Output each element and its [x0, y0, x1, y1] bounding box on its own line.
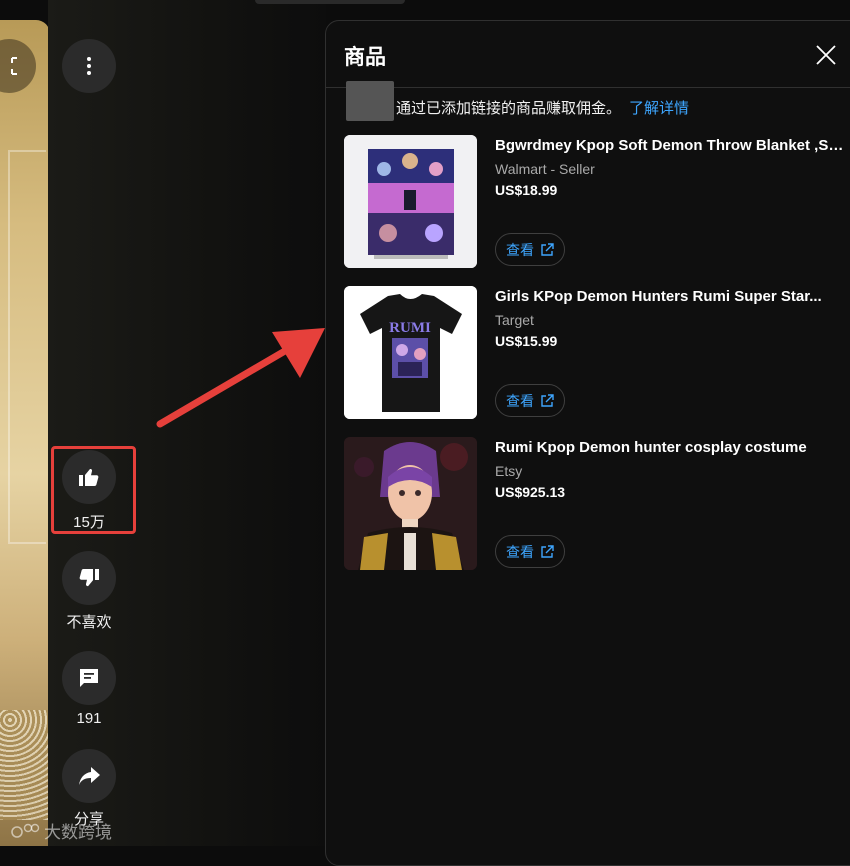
product-thumbnail[interactable] — [344, 135, 477, 268]
product-card[interactable]: Rumi Kpop Demon hunter cosplay costume E… — [344, 437, 850, 571]
external-link-icon — [541, 393, 554, 407]
panel-title: 商品 — [344, 46, 386, 69]
panel-header: 商品 — [326, 21, 850, 88]
video-sparkle-decor — [0, 710, 50, 820]
product-thumbnail[interactable]: RUMI — [344, 286, 477, 419]
view-product-button[interactable]: 查看 — [495, 535, 565, 568]
learn-more-link[interactable]: 了解详情 — [629, 100, 689, 117]
product-price: US$925.13 — [495, 484, 566, 500]
close-icon — [816, 45, 836, 65]
watermark-text: 大数跨境 — [44, 823, 112, 842]
view-button-label: 查看 — [506, 241, 534, 258]
dislike-button[interactable] — [62, 551, 116, 605]
products-panel: 商品 通过已添加链接的商品赚取佣金。 了解详情 Bgwrdmey Kpop So… — [325, 20, 850, 866]
more-options-button[interactable] — [62, 39, 116, 93]
close-button[interactable] — [812, 41, 840, 69]
product-title[interactable]: Bgwrdmey Kpop Soft Demon Throw Blanket ,… — [495, 137, 845, 154]
view-button-label: 查看 — [506, 543, 534, 560]
product-seller: Etsy — [495, 463, 523, 479]
blanket-image — [344, 135, 477, 268]
product-seller: Walmart - Seller — [495, 161, 595, 177]
watermark: 大数跨境 — [10, 818, 112, 843]
comment-icon — [80, 669, 98, 687]
product-card[interactable]: RUMI Girls KPop Demon Hunters Rumi Super… — [344, 286, 850, 420]
share-icon — [79, 767, 100, 785]
product-seller: Target — [495, 312, 534, 328]
affiliate-notice-text: 通过已添加链接的商品赚取佣金。 — [396, 100, 622, 117]
external-link-icon — [541, 242, 554, 256]
comments-button[interactable] — [62, 651, 116, 705]
shirt-print-text: RUMI — [389, 320, 431, 336]
product-price: US$15.99 — [495, 333, 558, 349]
fullscreen-icon — [11, 57, 17, 75]
video-frame-decor — [8, 150, 46, 544]
view-product-button[interactable]: 查看 — [495, 233, 565, 266]
view-button-label: 查看 — [506, 392, 534, 409]
thumb-down-icon — [79, 569, 99, 587]
product-card[interactable]: Bgwrdmey Kpop Soft Demon Throw Blanket ,… — [344, 135, 850, 269]
view-product-button[interactable]: 查看 — [495, 384, 565, 417]
video-player-edge[interactable] — [0, 20, 50, 846]
costume-image — [344, 437, 477, 570]
share-button[interactable] — [62, 749, 116, 803]
comment-count: 191 — [76, 710, 102, 727]
dislike-label: 不喜欢 — [66, 614, 112, 631]
external-link-icon — [541, 544, 554, 558]
product-thumbnail[interactable] — [344, 437, 477, 570]
product-title[interactable]: Girls KPop Demon Hunters Rumi Super Star… — [495, 288, 845, 305]
like-highlight-annotation — [51, 446, 136, 534]
more-vert-icon — [87, 57, 91, 75]
product-price: US$18.99 — [495, 182, 558, 198]
affiliate-notice: 通过已添加链接的商品赚取佣金。 了解详情 — [396, 97, 689, 118]
red-arrow-annotation — [156, 328, 325, 428]
tshirt-image: RUMI — [344, 286, 477, 419]
product-title[interactable]: Rumi Kpop Demon hunter cosplay costume — [495, 439, 845, 456]
top-bar-edge — [255, 0, 405, 4]
redacted-channel-name — [346, 81, 394, 121]
watermark-logo-icon — [11, 823, 40, 838]
